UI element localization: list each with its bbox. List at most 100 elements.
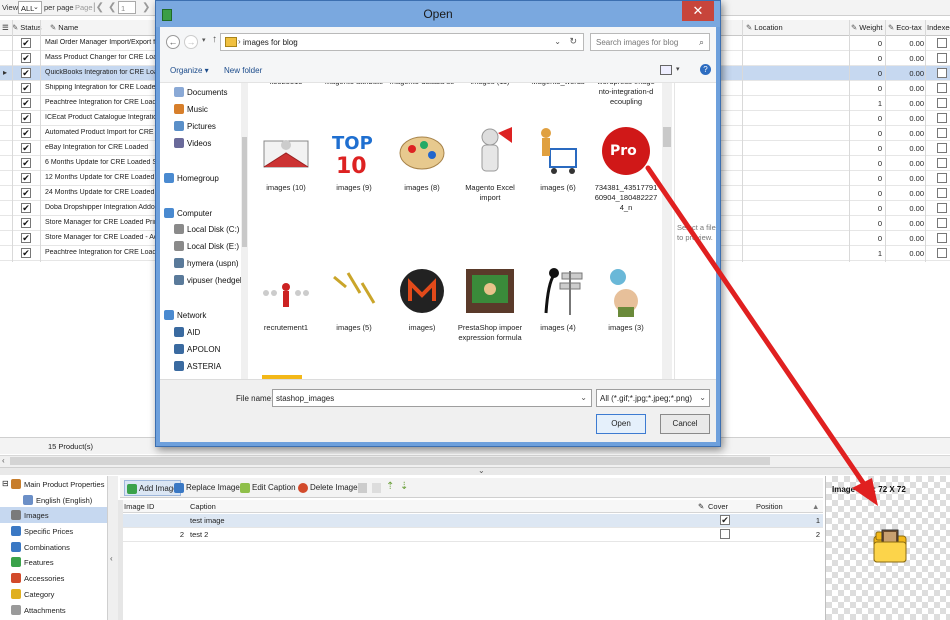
nav-item[interactable]: Documents [174, 87, 227, 97]
up-icon[interactable]: ↑ [212, 34, 217, 45]
scroll-left-icon[interactable]: ‹ [2, 456, 5, 465]
image-caption[interactable]: test 2 [190, 530, 208, 539]
product-ecotax[interactable]: 0.00 [900, 249, 924, 258]
nav-item[interactable]: Computer [164, 208, 212, 218]
scrollbar-thumb[interactable] [10, 457, 770, 465]
organize-menu[interactable]: Organize ▾ [170, 66, 209, 75]
product-ecotax[interactable]: 0.00 [900, 114, 924, 123]
file-item[interactable]: TOP 10 images (9) [320, 123, 388, 193]
move-down-icon[interactable]: ⇣ [400, 481, 408, 492]
file-scroll-thumb[interactable] [663, 127, 671, 147]
tree-item[interactable]: Combinations [0, 539, 107, 555]
product-weight[interactable]: 0 [856, 159, 882, 168]
tree-item[interactable]: ⊟ Main Product Properties [0, 476, 107, 492]
collapse-left-icon[interactable]: ‹ [110, 554, 113, 563]
indexed-checkbox[interactable] [937, 38, 947, 48]
product-weight[interactable]: 0 [856, 114, 882, 123]
nav-item[interactable]: Music [174, 104, 208, 114]
delete-image-button[interactable]: Delete Image [296, 480, 360, 496]
file-item[interactable]: Magento attribute [320, 83, 388, 87]
status-checkbox[interactable]: ✔ [21, 203, 31, 213]
file-item[interactable]: images (10) [252, 123, 320, 193]
indexed-checkbox[interactable] [937, 233, 947, 243]
product-weight[interactable]: 0 [856, 84, 882, 93]
product-name[interactable]: ICEcat Product Catalogue Integratio [45, 114, 155, 121]
indexed-checkbox[interactable] [937, 203, 947, 213]
status-checkbox[interactable]: ✔ [21, 248, 31, 258]
back-icon[interactable]: ← [166, 35, 180, 49]
status-checkbox[interactable]: ✔ [21, 218, 31, 228]
refresh-icon[interactable]: ↻ [569, 36, 577, 47]
grid-menu-icon[interactable]: ☰ [2, 23, 9, 32]
product-name[interactable]: 12 Months Update for CRE Loaded S [45, 174, 155, 181]
product-weight[interactable]: 0 [856, 174, 882, 183]
prev-page-icon[interactable]: ❮ [108, 2, 116, 13]
forward-icon[interactable]: → [184, 35, 198, 49]
col-indexed[interactable]: Indexed [927, 23, 950, 32]
product-weight[interactable]: 0 [856, 144, 882, 153]
close-button[interactable]: ✕ [682, 1, 714, 21]
nav-item[interactable]: AID [174, 327, 200, 337]
status-checkbox[interactable]: ✔ [21, 68, 31, 78]
tree-item[interactable]: Images [0, 507, 107, 524]
panel-splitter[interactable]: ⌄ [0, 466, 950, 475]
nav-item[interactable]: Local Disk (C:) [174, 224, 239, 234]
col-image-id[interactable]: Image ID [124, 502, 154, 511]
col-name[interactable]: ✎ Name [50, 23, 78, 32]
address-bar[interactable]: › images for blog › ⌄ ↻ [220, 33, 584, 51]
nav-item[interactable]: vipuser (hedgeho [174, 275, 247, 285]
product-ecotax[interactable]: 0.00 [900, 189, 924, 198]
file-item[interactable]: magento-databa se [388, 83, 456, 87]
product-ecotax[interactable]: 0.00 [900, 219, 924, 228]
dialog-titlebar[interactable]: Open ✕ [156, 1, 720, 27]
cover-checkbox[interactable]: ✔ [720, 515, 730, 525]
file-item[interactable]: wordpress-image nto-integration-d ecoupl… [592, 83, 660, 107]
filetype-select[interactable]: All (*.gif;*.jpg;*.jpeg;*.png) ⌄ [596, 389, 710, 407]
nav-item[interactable]: ASTERIA [174, 361, 221, 371]
file-item[interactable]: Magento Excel import [456, 123, 524, 203]
status-checkbox[interactable]: ✔ [21, 158, 31, 168]
product-name[interactable]: Store Manager for CRE Loaded - Add [45, 234, 155, 241]
cancel-button[interactable]: Cancel [660, 414, 710, 434]
filename-input[interactable]: stashop_images ⌄ [272, 389, 592, 407]
file-item[interactable]: images (3) [592, 263, 660, 333]
copy-icon[interactable] [358, 483, 367, 493]
chevron-down-icon[interactable]: ⌄ [580, 393, 587, 402]
tree-item[interactable]: Accessories [0, 570, 107, 586]
product-name[interactable]: 24 Months Update for CRE Loaded S [45, 189, 155, 196]
nav-item[interactable]: Pictures [174, 121, 216, 131]
tree-item[interactable]: Features [0, 554, 107, 570]
file-item[interactable]: Pro 734381_43517791 60904_180482227 4_n [592, 123, 660, 213]
nav-scroll-thumb[interactable] [242, 137, 247, 247]
product-weight[interactable]: 0 [856, 234, 882, 243]
indexed-checkbox[interactable] [937, 53, 947, 63]
tree-item[interactable]: English (English) [0, 492, 107, 508]
status-checkbox[interactable]: ✔ [21, 38, 31, 48]
image-caption[interactable]: test image [190, 516, 225, 525]
image-row[interactable]: 2 test 2 2 [120, 528, 823, 542]
indexed-checkbox[interactable] [937, 83, 947, 93]
images-left-scroll[interactable] [118, 500, 123, 620]
nav-item[interactable]: Network [164, 310, 206, 320]
product-ecotax[interactable]: 0.00 [900, 144, 924, 153]
status-checkbox[interactable]: ✔ [21, 98, 31, 108]
indexed-checkbox[interactable] [937, 68, 947, 78]
nav-item[interactable]: Homegroup [164, 173, 219, 183]
product-name[interactable]: Mail Order Manager Import/Export fo [45, 39, 155, 46]
replace-image-button[interactable]: Replace Image [172, 480, 242, 496]
product-name[interactable]: Automated Product Import for CRE L [45, 129, 155, 136]
new-folder-button[interactable]: New folder [224, 66, 262, 75]
file-item[interactable]: images (11) [456, 83, 524, 87]
product-weight[interactable]: 0 [856, 204, 882, 213]
chevron-down-icon[interactable]: ⌄ [478, 466, 485, 475]
view-options-icon[interactable] [660, 65, 672, 75]
chevron-down-icon[interactable]: ⌄ [699, 393, 706, 402]
cover-checkbox[interactable] [720, 529, 730, 539]
col-cover[interactable]: Cover [708, 502, 728, 511]
indexed-checkbox[interactable] [937, 113, 947, 123]
indexed-checkbox[interactable] [937, 173, 947, 183]
status-checkbox[interactable]: ✔ [21, 173, 31, 183]
product-ecotax[interactable]: 0.00 [900, 129, 924, 138]
product-ecotax[interactable]: 0.00 [900, 234, 924, 243]
product-ecotax[interactable]: 0.00 [900, 174, 924, 183]
